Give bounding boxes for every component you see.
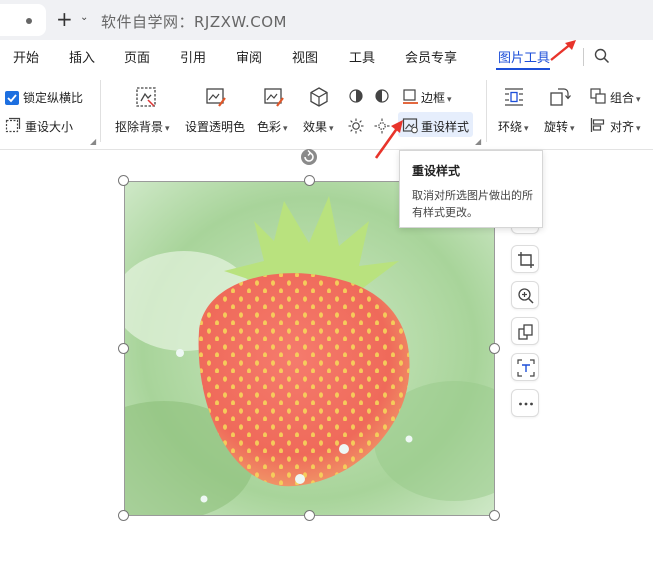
chevron-down-icon: ▾ [524,124,529,134]
selection-frame [124,181,495,516]
ocr-text-icon [517,359,535,377]
resize-handle-top-left[interactable] [118,175,129,186]
resize-handle-bottom-left[interactable] [118,510,129,521]
zoom-picture-button[interactable] [511,281,539,309]
group-icon[interactable] [590,88,606,104]
reset-size-button[interactable]: 重设大小 [25,118,73,135]
site-watermark-title: 软件自学网：RJZXW.COM [101,13,287,31]
tab-review[interactable]: 审阅 [236,47,262,66]
rotate-handle-icon[interactable] [300,148,318,166]
chevron-down-icon[interactable]: ⌄ [80,12,88,23]
reset-style-tooltip: 重设样式 取消对所选图片做出的所有样式更改。 [399,150,543,228]
tab-page[interactable]: 页面 [124,47,150,66]
chevron-down-icon: ▾ [636,124,641,134]
extract-text-button[interactable] [511,353,539,381]
transparent-color-icon[interactable] [205,86,227,108]
chevron-down-icon: ▾ [636,95,641,105]
zoom-in-icon [518,288,534,304]
tab-insert[interactable]: 插入 [69,47,95,66]
more-options-button[interactable] [511,389,539,417]
contrast-icon[interactable] [374,88,390,104]
tab-references[interactable]: 引用 [180,47,206,66]
align-button[interactable]: 对齐 ▾ [610,118,641,135]
remove-background-button[interactable]: 抠除背景 ▾ [115,118,170,135]
resize-handle-left[interactable] [118,343,129,354]
change-picture-button[interactable] [511,317,539,345]
remove-background-icon[interactable] [135,86,157,108]
active-tab-indicator [496,68,550,70]
tab-view[interactable]: 视图 [292,47,318,66]
resize-handle-top[interactable] [304,175,315,186]
color-icon[interactable] [263,86,285,108]
crop-icon [518,252,534,268]
tab-status-dot-icon [26,18,32,24]
tab-tools[interactable]: 工具 [349,47,375,66]
new-tab-button[interactable]: + [56,8,73,30]
check-icon [7,94,17,103]
effects-button[interactable]: 效果 ▾ [303,118,334,135]
chevron-down-icon: ▾ [329,124,334,134]
chevron-down-icon: ▾ [283,124,288,134]
resize-handle-right[interactable] [489,343,500,354]
ribbon-divider [486,80,487,142]
chevron-down-icon: ▾ [165,124,170,134]
rotate-icon[interactable] [549,86,571,108]
crop-button[interactable] [511,245,539,273]
tooltip-description: 取消对所选图片做出的所有样式更改。 [412,189,533,219]
tab-member[interactable]: 会员专享 [405,47,457,66]
title-bar: + ⌄ 软件自学网：RJZXW.COM [0,0,653,40]
lock-ratio-checkbox[interactable] [5,91,19,105]
tab-home[interactable]: 开始 [13,47,39,66]
replace-picture-icon [518,324,533,340]
border-label: 边框 [421,91,446,105]
ribbon-divider [100,80,101,142]
reset-style-button[interactable]: 重设样式 [421,118,469,135]
chevron-down-icon: ▾ [447,95,452,105]
align-label: 对齐 [610,120,635,134]
set-transparent-button[interactable]: 设置透明色 [185,118,245,135]
wrap-button[interactable]: 环绕 ▾ [498,118,529,135]
document-tab[interactable] [0,4,46,36]
brightness-down-icon[interactable] [348,118,364,134]
menu-bar: 开始 插入 页面 引用 审阅 视图 工具 会员专享 图片工具 [0,40,653,72]
dialog-launcher-icon[interactable]: ◢ [475,137,481,146]
more-dots-icon [519,402,533,406]
border-icon[interactable] [402,88,419,105]
wrap-label: 环绕 [498,120,523,134]
chevron-down-icon: ▾ [570,124,575,134]
border-button[interactable]: 边框 ▾ [421,89,452,106]
effects-label: 效果 [303,120,328,134]
rotate-button[interactable]: 旋转 ▾ [544,118,575,135]
color-label: 色彩 [257,120,282,134]
resize-icon[interactable] [5,117,21,133]
effects-cube-icon[interactable] [308,86,330,108]
rotate-label: 旋转 [544,120,569,134]
tooltip-title: 重设样式 [412,164,461,178]
brightness-up-icon[interactable] [348,88,364,104]
search-icon[interactable] [593,47,611,65]
dialog-launcher-icon[interactable]: ◢ [90,137,96,146]
brightness-icon[interactable] [374,118,390,134]
lock-ratio-label: 锁定纵横比 [23,91,84,105]
ribbon-toolbar: 锁定纵横比 重设大小 ◢ 抠除背景 ▾ 设置透明色 色彩 ▾ 效果 ▾ 边框 ▾… [0,72,653,150]
group-button[interactable]: 组合 ▾ [610,89,641,106]
remove-background-label: 抠除背景 [115,120,164,134]
color-button[interactable]: 色彩 ▾ [257,118,288,135]
align-icon[interactable] [590,117,606,133]
tab-picture-tools[interactable]: 图片工具 [498,47,550,66]
menu-divider [583,48,584,66]
group-label: 组合 [610,91,635,105]
resize-handle-bottom[interactable] [304,510,315,521]
resize-handle-bottom-right[interactable] [489,510,500,521]
reset-style-icon[interactable] [402,117,419,134]
wrap-text-icon[interactable] [503,86,525,108]
